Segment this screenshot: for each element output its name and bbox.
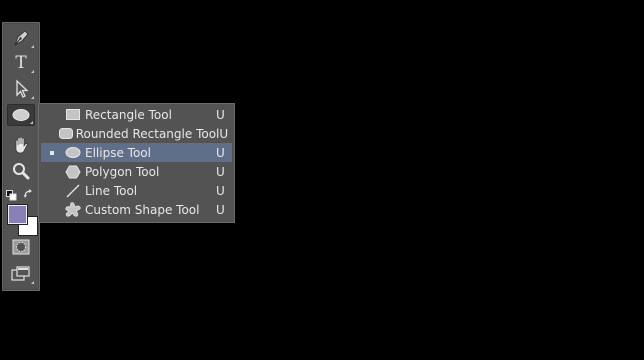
submenu-indicator-icon — [31, 96, 34, 99]
polygon-icon — [65, 165, 81, 178]
menu-item-label: Polygon Tool — [85, 164, 160, 179]
menu-item-label: Rectangle Tool — [85, 107, 172, 122]
type-tool-button[interactable]: T — [7, 52, 35, 74]
menu-item-label: Ellipse Tool — [85, 145, 151, 160]
pen-icon — [14, 30, 29, 46]
menu-item-polygon-tool[interactable]: Polygon Tool U — [41, 162, 232, 181]
custom-shape-icon — [65, 201, 81, 217]
menu-item-rectangle-tool[interactable]: Rectangle Tool U — [41, 105, 232, 124]
pen-tool-button[interactable] — [7, 27, 35, 49]
quick-mask-icon — [12, 239, 30, 255]
default-colors-icon — [6, 190, 17, 201]
line-icon — [66, 184, 80, 197]
menu-item-rounded-rectangle-tool[interactable]: Rounded Rectangle Tool U — [41, 124, 232, 143]
magnifier-icon — [13, 163, 30, 180]
menu-item-label: Rounded Rectangle Tool — [75, 126, 220, 141]
screen-mode-button[interactable] — [7, 263, 35, 285]
submenu-indicator-icon — [31, 281, 34, 284]
ellipse-tool-button[interactable] — [7, 104, 35, 126]
quick-mask-button[interactable] — [7, 236, 35, 258]
menu-item-shortcut: U — [216, 183, 225, 198]
arrow-select-icon — [16, 79, 29, 98]
menu-item-custom-shape-tool[interactable]: Custom Shape Tool U — [41, 200, 232, 219]
color-swatches — [8, 205, 38, 237]
menu-item-label: Custom Shape Tool — [85, 202, 200, 217]
screen-mode-icon — [11, 266, 30, 281]
menu-item-shortcut: U — [216, 164, 225, 179]
menu-item-ellipse-tool[interactable]: Ellipse Tool U — [41, 143, 232, 162]
submenu-indicator-icon — [31, 70, 34, 73]
menu-item-line-tool[interactable]: Line Tool U — [41, 181, 232, 200]
rectangle-icon — [66, 109, 80, 120]
rounded-rectangle-icon — [58, 128, 73, 139]
ellipse-icon — [65, 147, 81, 158]
foreground-color-swatch[interactable] — [8, 205, 27, 224]
swap-arrows-icon — [24, 189, 32, 198]
menu-item-shortcut: U — [216, 107, 225, 122]
submenu-indicator-icon — [31, 45, 34, 48]
menu-item-shortcut: U — [216, 145, 225, 160]
ellipse-icon — [12, 109, 30, 121]
hand-tool-button[interactable] — [7, 134, 35, 156]
type-icon: T — [15, 53, 27, 73]
shape-tools-flyout-menu: Rectangle Tool U Rounded Rectangle Tool … — [38, 103, 235, 223]
path-selection-tool-button[interactable] — [7, 78, 35, 100]
submenu-indicator-icon — [30, 121, 33, 124]
tools-panel: T — [2, 22, 40, 291]
menu-item-label: Line Tool — [85, 183, 138, 198]
zoom-tool-button[interactable] — [7, 160, 35, 182]
swap-colors-button[interactable] — [23, 185, 35, 198]
menu-item-shortcut: U — [219, 126, 229, 141]
menu-item-shortcut: U — [216, 202, 225, 217]
default-colors-button[interactable] — [6, 186, 17, 201]
selected-bullet-icon — [41, 150, 63, 155]
hand-icon — [15, 136, 28, 154]
